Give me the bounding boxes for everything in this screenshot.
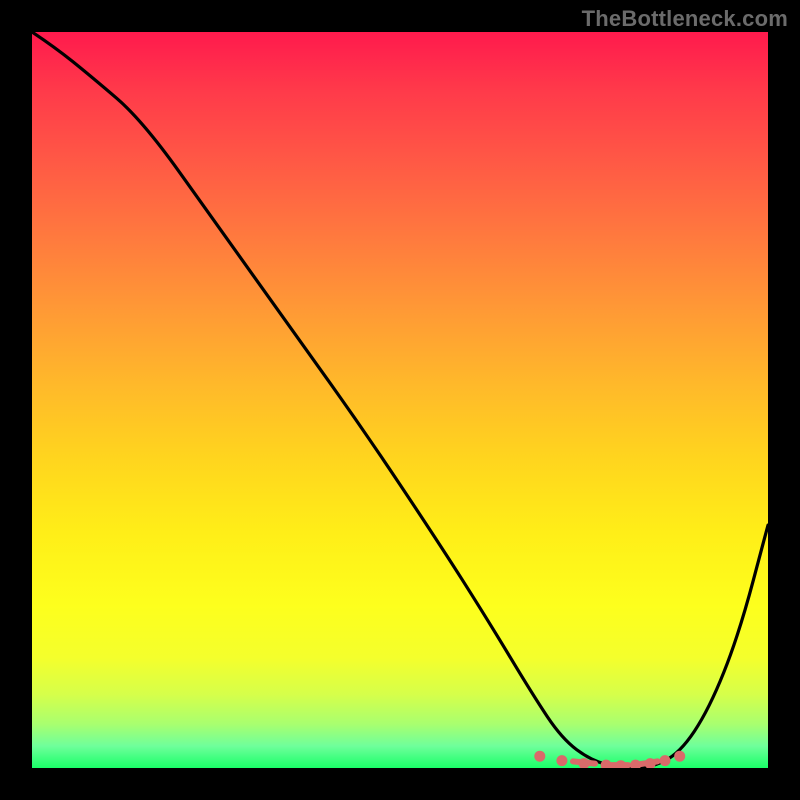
curve-path (32, 32, 768, 768)
trough-dash (573, 761, 595, 763)
trough-dot (556, 755, 567, 766)
trough-dot (534, 751, 545, 762)
trough-dot (660, 755, 671, 766)
chart-container: TheBottleneck.com (0, 0, 800, 800)
plot-area (32, 32, 768, 768)
trough-dot (674, 751, 685, 762)
trough-markers (534, 751, 685, 768)
curve-svg (32, 32, 768, 768)
trough-dash (639, 761, 657, 764)
watermark-text: TheBottleneck.com (582, 6, 788, 32)
